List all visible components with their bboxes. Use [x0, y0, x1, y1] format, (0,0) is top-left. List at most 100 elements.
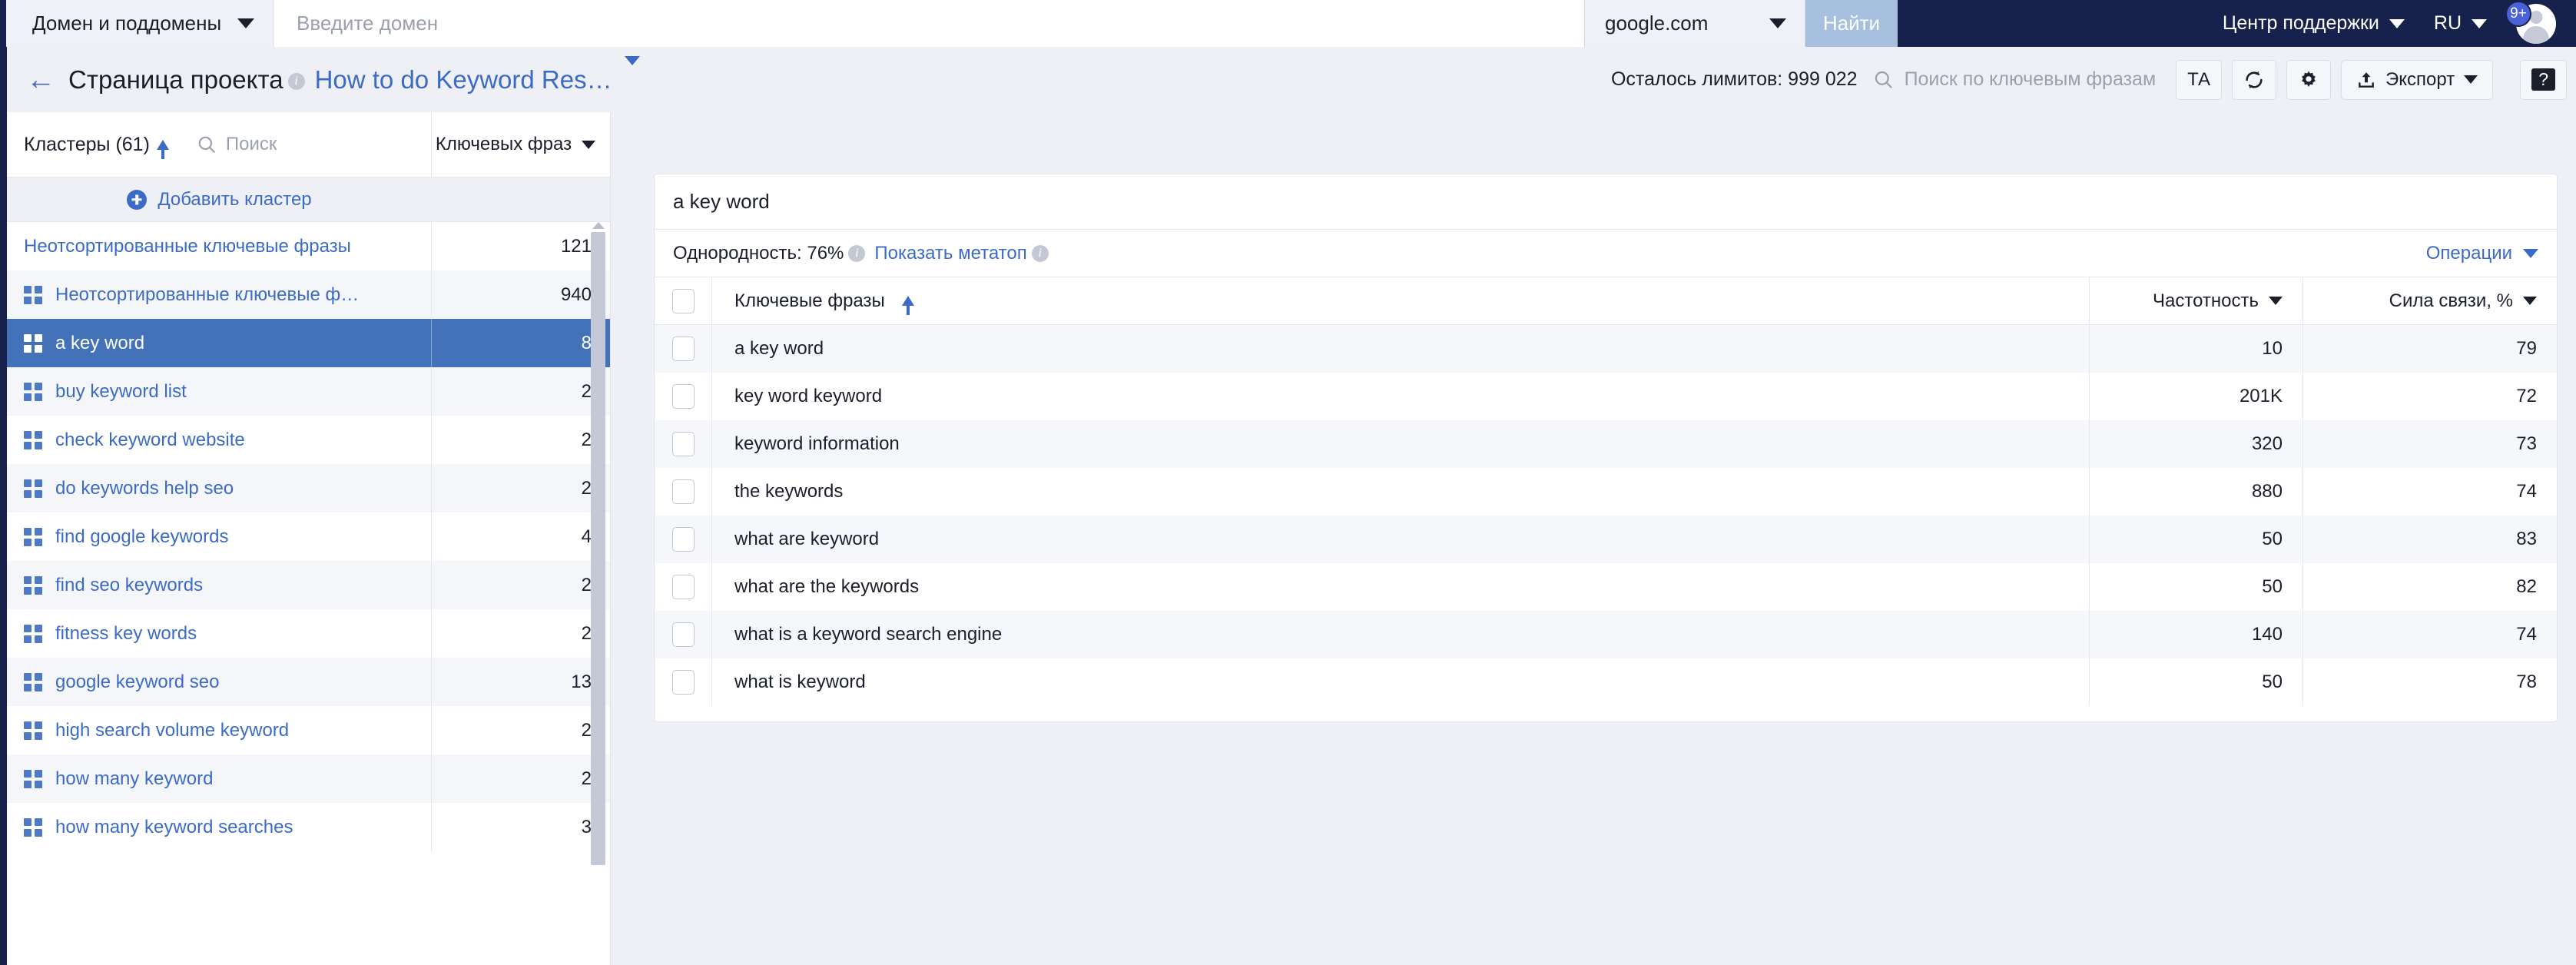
row-select-cell[interactable]: [655, 373, 712, 420]
frequency-cell: 50: [2090, 516, 2303, 563]
sidebar-item-0[interactable]: Неотсортированные ключевые фразы 121: [7, 222, 610, 270]
cluster-name-cell: fitness key words: [7, 609, 432, 658]
cluster-search-placeholder: Поиск: [225, 134, 277, 154]
sidebar-item-7[interactable]: find seo keywords 2: [7, 561, 610, 609]
table-row[interactable]: keyword information 320 73: [655, 420, 2557, 468]
table-row[interactable]: a key word 10 79: [655, 325, 2557, 373]
frequency-cell: 50: [2090, 563, 2303, 611]
count-column-header[interactable]: Ключевых фраз: [432, 112, 610, 177]
row-select-cell[interactable]: [655, 468, 712, 516]
search-engine-select[interactable]: google.com: [1584, 0, 1805, 47]
sidebar-item-11[interactable]: how many keyword 2: [7, 754, 610, 803]
chevron-down-icon[interactable]: [624, 55, 640, 94]
chevron-down-icon: [2389, 18, 2405, 28]
row-checkbox[interactable]: [671, 479, 695, 504]
language-menu[interactable]: RU: [2434, 12, 2487, 35]
clusters-title: Кластеры (61): [24, 133, 150, 155]
row-checkbox[interactable]: [671, 575, 695, 599]
cluster-count: 2: [581, 574, 592, 595]
find-button[interactable]: Найти: [1805, 0, 1898, 47]
table-row[interactable]: what are keyword 50 83: [655, 516, 2557, 563]
sidebar-item-8[interactable]: fitness key words 2: [7, 609, 610, 658]
project-name[interactable]: How to do Keyword Res…: [315, 65, 612, 94]
export-label: Экспорт: [2385, 68, 2455, 90]
support-center-menu[interactable]: Центр поддержки: [2223, 12, 2405, 35]
operations-menu[interactable]: Операции: [2426, 243, 2538, 264]
back-arrow-icon[interactable]: ←: [25, 64, 57, 96]
cluster-grid-icon: [24, 624, 42, 643]
cluster-grid-icon: [24, 817, 42, 837]
cluster-grid-icon: [24, 672, 42, 691]
row-select-cell[interactable]: [655, 611, 712, 658]
show-metatop-link[interactable]: Показать метатоп: [874, 243, 1026, 264]
keyword-search[interactable]: Поиск по ключевым фразам: [1873, 68, 2156, 91]
cluster-name-cell: Неотсортированные ключевые фразы: [7, 222, 432, 270]
domain-mode-select[interactable]: Домен и поддомены: [6, 0, 274, 47]
sidebar-item-4[interactable]: check keyword website 2: [7, 416, 610, 464]
domain-input-wrap[interactable]: Введите домен: [274, 0, 1584, 47]
table-row[interactable]: what is keyword 50 78: [655, 658, 2557, 706]
cluster-count: 2: [581, 622, 592, 644]
toolbar-buttons: ТА Экспорт ?: [2176, 59, 2576, 100]
sidebar-item-9[interactable]: google keyword seo 13: [7, 658, 610, 706]
sidebar-item-12[interactable]: how many keyword searches 3: [7, 803, 610, 851]
cluster-label: a key word: [55, 332, 145, 353]
chevron-down-icon: [2523, 297, 2537, 305]
project-toolbar: ← Страница проекта i How to do Keyword Res…: [7, 47, 2576, 112]
cluster-count: 3: [581, 816, 592, 837]
table-row[interactable]: the keywords 880 74: [655, 468, 2557, 516]
table-row[interactable]: what are the keywords 50 82: [655, 563, 2557, 611]
strength-column-header[interactable]: Сила связи, %: [2303, 277, 2557, 324]
sidebar-item-1[interactable]: Неотсортированные ключевые ф… 940: [7, 270, 610, 319]
cluster-name-cell: google keyword seo: [7, 658, 432, 706]
keyword-column-header[interactable]: Ключевые фразы: [712, 277, 2090, 324]
frequency-column-header[interactable]: Частотность: [2090, 277, 2303, 324]
scrollbar-thumb[interactable]: [591, 232, 605, 865]
domain-input-placeholder: Введите домен: [297, 12, 439, 35]
help-button[interactable]: ?: [2520, 59, 2567, 100]
help-label: ?: [2531, 68, 2555, 91]
cluster-label: check keyword website: [55, 429, 245, 450]
refresh-button[interactable]: [2232, 59, 2277, 100]
info-icon[interactable]: i: [1031, 244, 1049, 262]
notification-badge[interactable]: 9+: [2505, 0, 2531, 27]
strength-cell: 74: [2516, 481, 2537, 502]
info-icon[interactable]: i: [848, 244, 866, 262]
add-cluster-button[interactable]: Добавить кластер: [7, 177, 610, 222]
sidebar-item-10[interactable]: high search volume keyword 2: [7, 706, 610, 754]
row-checkbox[interactable]: [671, 622, 695, 647]
avatar[interactable]: 9+: [2505, 0, 2556, 44]
ta-button[interactable]: ТА: [2176, 59, 2223, 100]
row-select-cell[interactable]: [655, 658, 712, 706]
row-select-cell[interactable]: [655, 325, 712, 373]
settings-button[interactable]: [2286, 59, 2332, 100]
row-checkbox[interactable]: [671, 527, 695, 552]
row-checkbox[interactable]: [671, 670, 695, 695]
select-all-checkbox[interactable]: [671, 288, 695, 313]
cluster-name-cell: check keyword website: [7, 416, 432, 464]
row-checkbox[interactable]: [671, 432, 695, 456]
sort-ascending-icon[interactable]: [156, 139, 169, 159]
row-select-cell[interactable]: [655, 516, 712, 563]
export-button[interactable]: Экспорт: [2341, 59, 2494, 100]
cluster-name-cell: buy keyword list: [7, 367, 432, 416]
info-icon[interactable]: i: [287, 72, 305, 90]
keyword-cell: key word keyword: [712, 373, 2090, 420]
table-row[interactable]: what is a keyword search engine 140 74: [655, 611, 2557, 658]
sidebar-item-3[interactable]: buy keyword list 2: [7, 367, 610, 416]
scroll-up-arrow-icon[interactable]: [592, 222, 605, 229]
row-select-cell[interactable]: [655, 420, 712, 468]
row-select-cell[interactable]: [655, 563, 712, 611]
sidebar-scrollbar[interactable]: [591, 222, 605, 867]
select-all-cell[interactable]: [655, 277, 712, 324]
table-row[interactable]: key word keyword 201K 72: [655, 373, 2557, 420]
search-engine-label: google.com: [1605, 12, 1709, 35]
row-checkbox[interactable]: [671, 384, 695, 409]
sidebar-item-2[interactable]: a key word 8: [7, 319, 610, 367]
cluster-search[interactable]: Поиск: [197, 134, 277, 155]
sidebar-item-6[interactable]: find google keywords 4: [7, 512, 610, 561]
cluster-grid-icon: [24, 333, 42, 353]
clusters-header: Кластеры (61) Поиск Ключевых фраз: [7, 112, 610, 177]
sidebar-item-5[interactable]: do keywords help seo 2: [7, 464, 610, 512]
row-checkbox[interactable]: [671, 337, 695, 361]
